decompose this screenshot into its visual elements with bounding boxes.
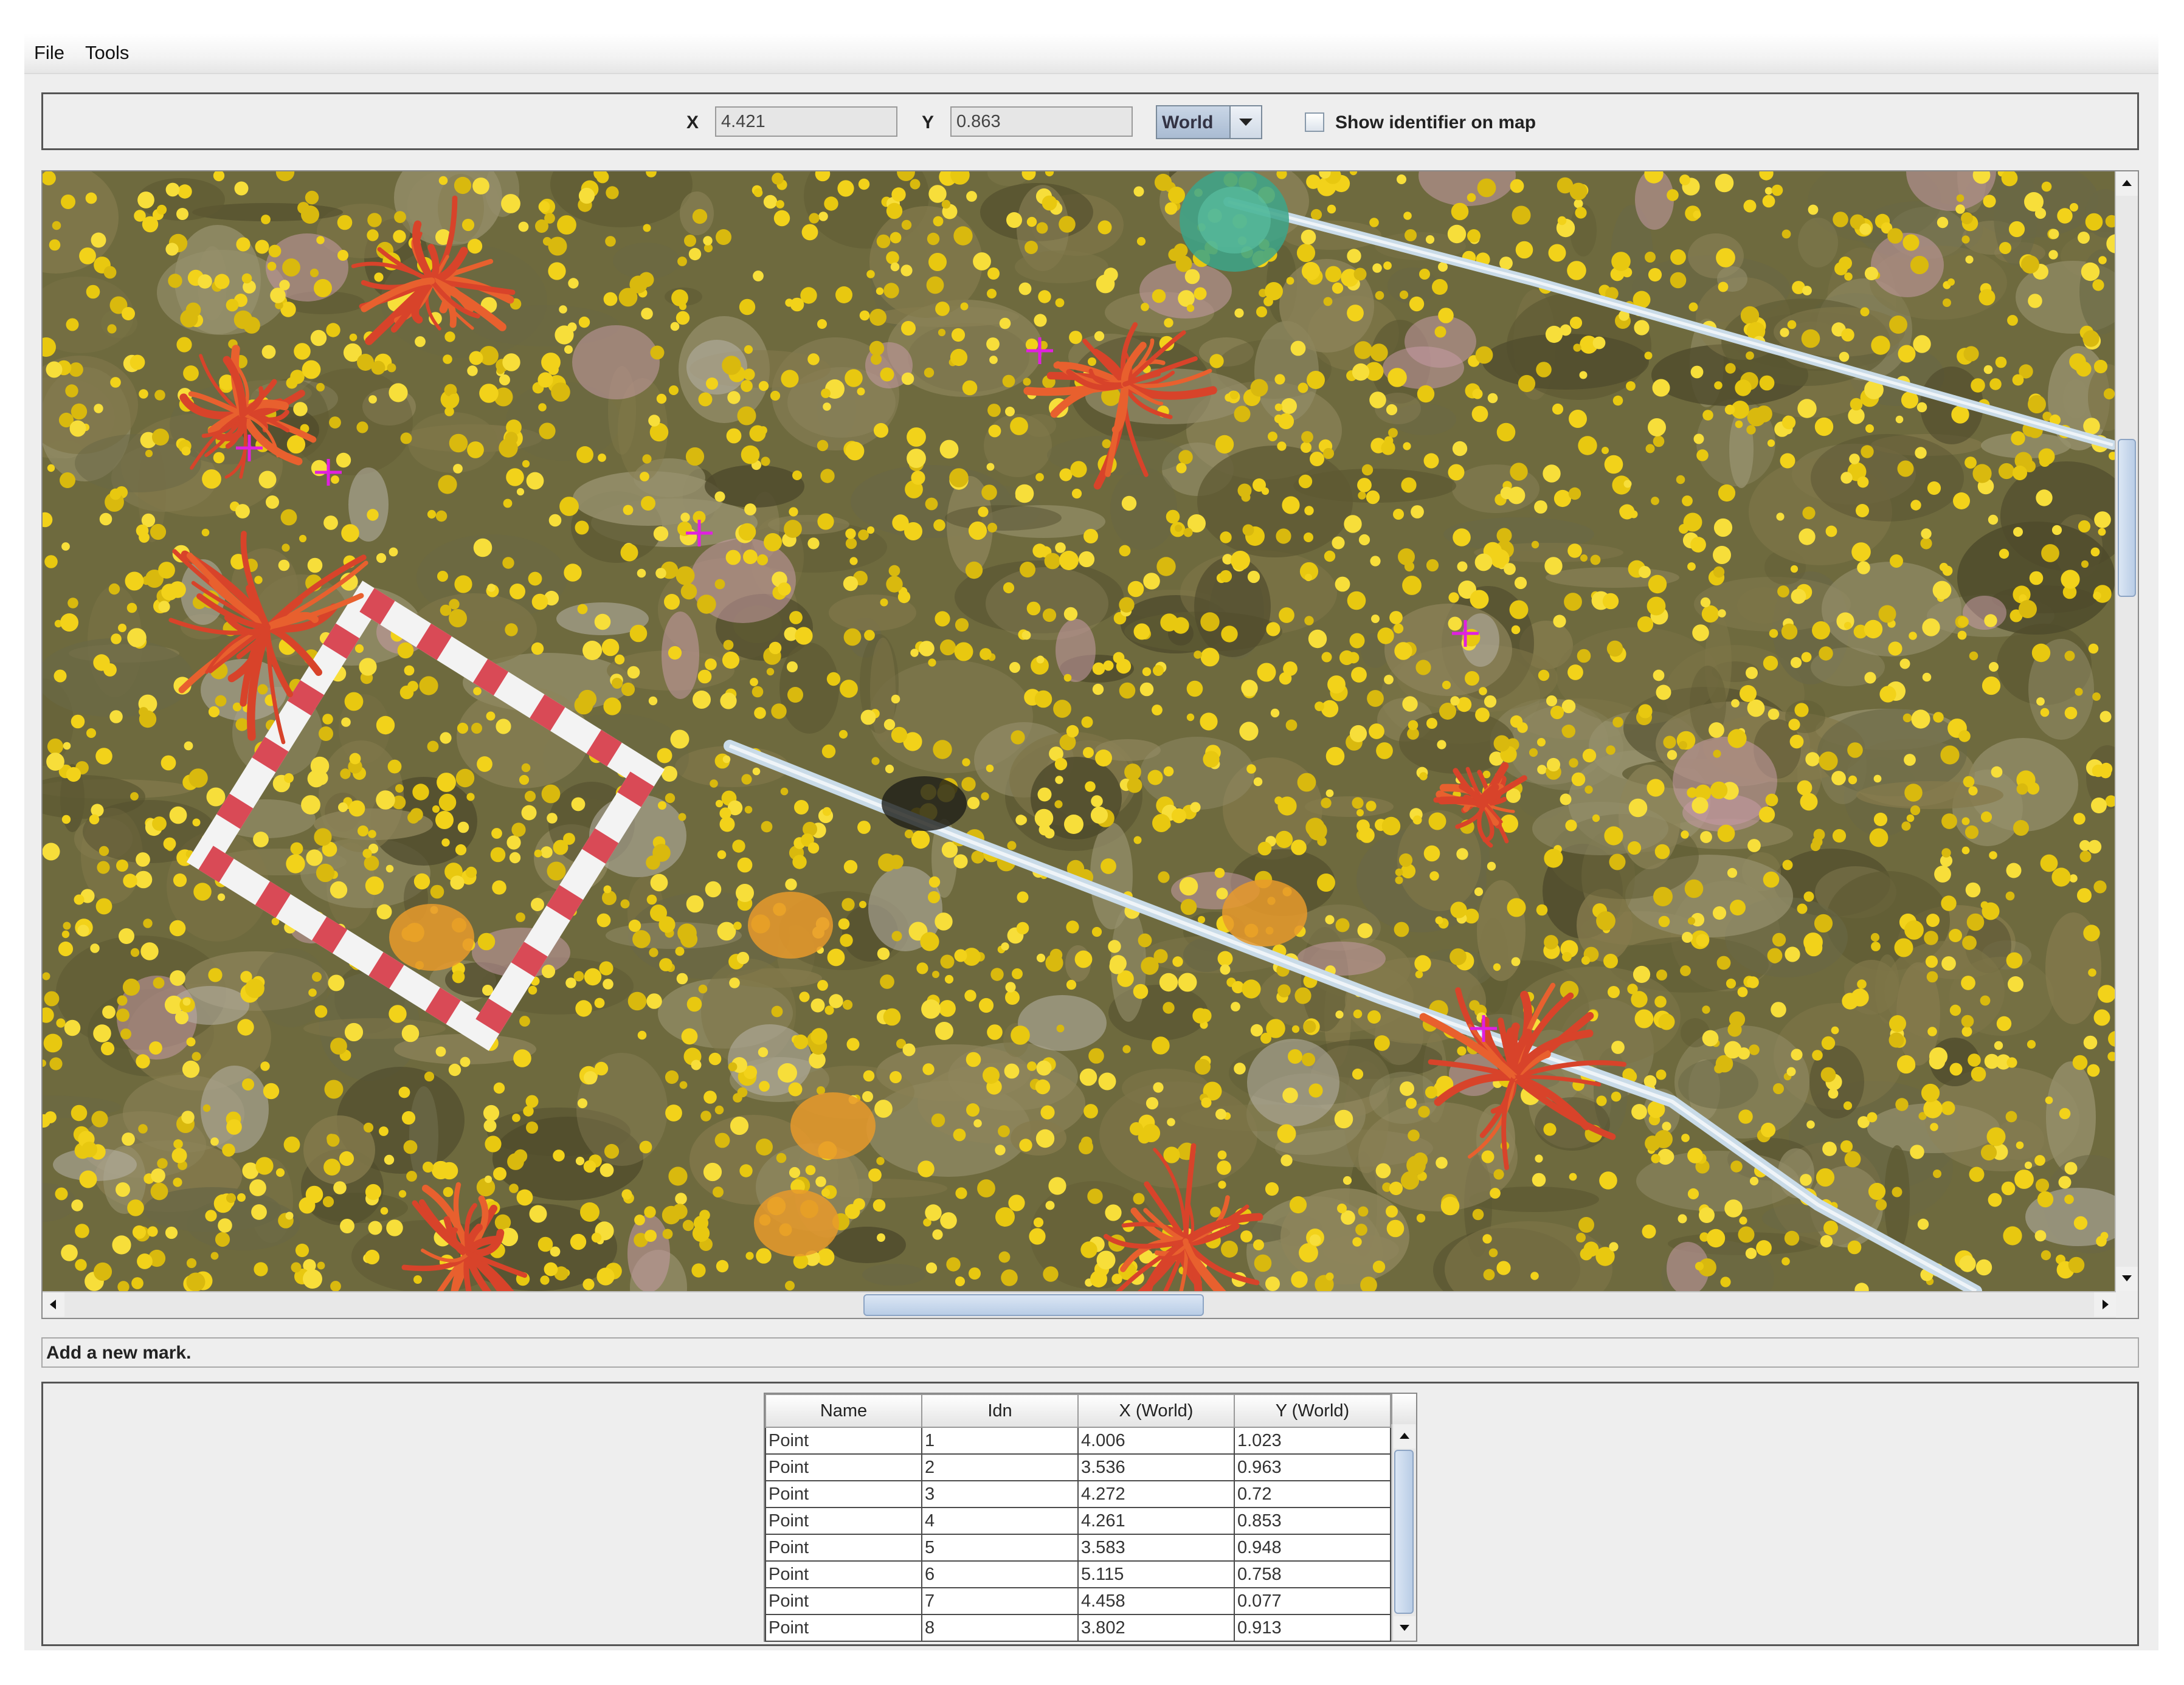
scroll-up-icon[interactable] [2116,171,2138,196]
cell-y-world[interactable]: 0.963 [1234,1453,1391,1481]
x-label: X [686,112,699,133]
menu-file[interactable]: File [34,42,64,64]
scroll-left-icon[interactable] [43,1292,64,1317]
cell-x-world[interactable]: 4.261 [1077,1507,1235,1535]
scroll-right-icon[interactable] [2094,1292,2116,1317]
table-row[interactable]: Point 7 4.458 0.077 [765,1587,1391,1615]
table-row[interactable]: Point 5 3.583 0.948 [765,1534,1391,1562]
map-horizontal-scrollbar[interactable] [43,1291,2116,1318]
cell-idn[interactable]: 7 [921,1587,1079,1615]
column-header-y-world[interactable]: Y (World) [1234,1394,1391,1428]
table-row[interactable]: Point 8 3.802 0.913 [765,1614,1391,1642]
cell-name[interactable]: Point [765,1480,922,1508]
menu-bar: File Tools [24,33,2158,74]
cell-name[interactable]: Point [765,1560,922,1588]
table-scroll-down-icon[interactable] [1394,1616,1415,1641]
table-scroll-thumb[interactable] [1394,1450,1414,1614]
map-vertical-scrollbar[interactable] [2115,171,2138,1291]
table-header-row: Name Idn X (World) Y (World) [765,1394,1391,1428]
cell-y-world[interactable]: 0.853 [1234,1507,1391,1535]
marks-table: Name Idn X (World) Y (World) Point 1 4.006… [765,1394,1391,1642]
cell-name[interactable]: Point [765,1614,922,1642]
y-coordinate-input[interactable] [950,106,1133,137]
cell-x-world[interactable]: 3.802 [1077,1614,1235,1642]
menu-tools[interactable]: Tools [85,42,129,64]
y-label: Y [922,112,935,133]
cell-y-world[interactable]: 0.948 [1234,1534,1391,1562]
marks-table-container: Name Idn X (World) Y (World) Point 1 4.006… [764,1393,1417,1642]
map-viewport [41,170,2139,1319]
coordinate-toolbar: X Y World Show identifier on map [41,92,2139,150]
chevron-down-icon[interactable] [1229,106,1261,138]
scroll-down-icon[interactable] [2116,1267,2138,1291]
cell-y-world[interactable]: 0.913 [1234,1614,1391,1642]
application-window: File Tools X Y World Show identifier on … [24,33,2158,1650]
seabed-image[interactable] [43,171,2116,1291]
cell-idn[interactable]: 8 [921,1614,1079,1642]
table-header-corner [1391,1394,1416,1424]
cell-name[interactable]: Point [765,1427,922,1455]
coordinate-system-value: World [1162,112,1214,133]
cell-idn[interactable]: 3 [921,1480,1079,1508]
vertical-scroll-thumb[interactable] [2118,439,2136,597]
cell-name[interactable]: Point [765,1453,922,1481]
table-row[interactable]: Point 1 4.006 1.023 [765,1427,1391,1455]
cell-x-world[interactable]: 4.272 [1077,1480,1235,1508]
cell-x-world[interactable]: 4.458 [1077,1587,1235,1615]
x-coordinate-input[interactable] [715,106,897,137]
cell-idn[interactable]: 4 [921,1507,1079,1535]
column-header-name[interactable]: Name [765,1394,922,1428]
coordinate-system-dropdown[interactable]: World [1156,105,1262,139]
column-header-x-world[interactable]: X (World) [1077,1394,1235,1428]
table-scroll-up-icon[interactable] [1394,1424,1415,1449]
table-row[interactable]: Point 2 3.536 0.963 [765,1453,1391,1481]
cell-y-world[interactable]: 0.077 [1234,1587,1391,1615]
cell-idn[interactable]: 2 [921,1453,1079,1481]
table-row[interactable]: Point 4 4.261 0.853 [765,1507,1391,1535]
cell-x-world[interactable]: 3.536 [1077,1453,1235,1481]
horizontal-scroll-thumb[interactable] [863,1294,1204,1316]
cell-idn[interactable]: 5 [921,1534,1079,1562]
cell-idn[interactable]: 1 [921,1427,1079,1455]
cell-y-world[interactable]: 1.023 [1234,1427,1391,1455]
table-vertical-scrollbar[interactable] [1391,1424,1416,1641]
cell-name[interactable]: Point [765,1587,922,1615]
table-row[interactable]: Point 6 5.115 0.758 [765,1560,1391,1588]
status-bar: Add a new mark. [41,1337,2139,1368]
cell-x-world[interactable]: 5.115 [1077,1560,1235,1588]
marks-panel: Name Idn X (World) Y (World) Point 1 4.006… [41,1382,2139,1646]
cell-idn[interactable]: 6 [921,1560,1079,1588]
status-message: Add a new mark. [46,1343,192,1363]
cell-x-world[interactable]: 3.583 [1077,1534,1235,1562]
show-identifier-checkbox[interactable] [1305,112,1324,132]
map-canvas[interactable] [43,171,2116,1291]
table-row[interactable]: Point 3 4.272 0.72 [765,1480,1391,1508]
cell-name[interactable]: Point [765,1534,922,1562]
cell-y-world[interactable]: 0.758 [1234,1560,1391,1588]
cell-x-world[interactable]: 4.006 [1077,1427,1235,1455]
cell-name[interactable]: Point [765,1507,922,1535]
show-identifier-label[interactable]: Show identifier on map [1335,112,1536,133]
column-header-idn[interactable]: Idn [921,1394,1079,1428]
cell-y-world[interactable]: 0.72 [1234,1480,1391,1508]
